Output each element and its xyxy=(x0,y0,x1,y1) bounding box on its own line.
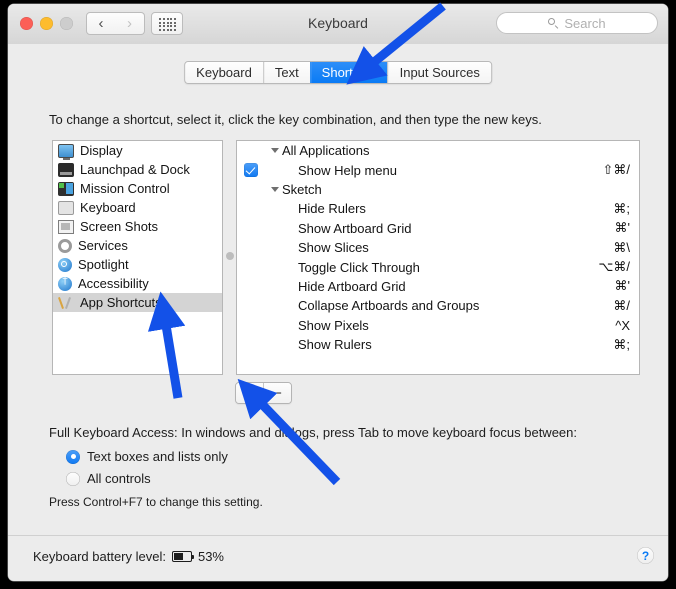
tab-keyboard[interactable]: Keyboard xyxy=(185,62,263,83)
sidebar-item-label: Launchpad & Dock xyxy=(80,162,190,177)
shortcut-keys[interactable]: ⌘' xyxy=(615,278,630,294)
shortcut-label: Show Artboard Grid xyxy=(298,220,412,236)
shortcut-row[interactable]: Hide Rulers ⌘; xyxy=(237,199,639,218)
shortcut-group-row[interactable]: All Applications xyxy=(237,141,639,160)
shortcut-category-list[interactable]: Display Launchpad & Dock Mission Control… xyxy=(52,140,223,375)
battery-status: Keyboard battery level: 53% xyxy=(33,549,224,564)
tab-bar: Keyboard Text Shortcuts Input Sources xyxy=(8,44,668,86)
shortcut-keys[interactable]: ⌘; xyxy=(613,201,630,217)
shortcut-row[interactable]: Show Rulers ⌘; xyxy=(237,335,639,354)
radio-label: Text boxes and lists only xyxy=(87,449,228,464)
sidebar-item-spotlight[interactable]: Spotlight xyxy=(53,255,222,274)
shortcut-label: Show Slices xyxy=(298,240,369,256)
search-input[interactable]: Search xyxy=(496,12,658,34)
spotlight-icon xyxy=(58,257,72,272)
sidebar-item-screen-shots[interactable]: Screen Shots xyxy=(53,217,222,236)
footer-divider xyxy=(8,535,668,536)
shortcut-label: Toggle Click Through xyxy=(298,259,420,275)
dock-icon xyxy=(58,162,74,177)
shortcut-label: Hide Artboard Grid xyxy=(298,278,406,294)
tab-shortcuts[interactable]: Shortcuts xyxy=(309,62,388,83)
add-shortcut-button[interactable]: + xyxy=(236,383,263,403)
tab-input-sources[interactable]: Input Sources xyxy=(387,62,491,83)
panel-resize-handle[interactable] xyxy=(226,252,234,260)
keyboard-access-hint: Press Control+F7 to change this setting. xyxy=(49,495,263,509)
sidebar-item-display[interactable]: Display xyxy=(53,141,222,160)
full-keyboard-access-label: Full Keyboard Access: In windows and dia… xyxy=(49,425,577,440)
shortcut-label: Show Pixels xyxy=(298,317,369,333)
titlebar: ‹ › Keyboard Search xyxy=(8,4,668,45)
search-placeholder: Search xyxy=(564,15,606,31)
shortcut-keys[interactable]: ⌘\ xyxy=(613,240,630,256)
sidebar-item-accessibility[interactable]: Accessibility xyxy=(53,274,222,293)
remove-shortcut-button[interactable]: − xyxy=(263,383,291,403)
sidebar-item-label: Screen Shots xyxy=(80,219,159,234)
group-label: All Applications xyxy=(282,143,370,159)
shortcut-row[interactable]: Show Help menu ⇧⌘/ xyxy=(237,160,639,179)
gear-icon xyxy=(58,238,72,253)
shortcut-label: Show Rulers xyxy=(298,337,372,353)
shortcut-row[interactable]: Collapse Artboards and Groups ⌘/ xyxy=(237,296,639,315)
group-label: Sketch xyxy=(282,181,322,197)
sidebar-item-app-shortcuts[interactable]: App Shortcuts xyxy=(53,293,222,312)
instruction-text: To change a shortcut, select it, click t… xyxy=(49,112,542,127)
help-button[interactable]: ? xyxy=(637,547,654,564)
shortcut-group-row[interactable]: Sketch xyxy=(237,180,639,199)
battery-percent: 53% xyxy=(197,549,224,564)
sidebar-item-label: Keyboard xyxy=(80,200,136,215)
sidebar-item-label: App Shortcuts xyxy=(80,295,162,310)
shortcut-label: Hide Rulers xyxy=(298,201,366,217)
keyboard-icon xyxy=(58,200,74,215)
sidebar-item-label: Mission Control xyxy=(80,181,170,196)
mission-control-icon xyxy=(58,181,74,196)
accessibility-icon xyxy=(58,275,72,291)
keyboard-preferences-window: ‹ › Keyboard Search Keyboard Text Shortc… xyxy=(8,4,668,581)
shortcut-keys[interactable]: ^X xyxy=(615,318,630,333)
shortcut-row[interactable]: Show Slices ⌘\ xyxy=(237,238,639,257)
sidebar-item-services[interactable]: Services xyxy=(53,236,222,255)
shortcut-row[interactable]: Show Artboard Grid ⌘' xyxy=(237,219,639,238)
disclosure-triangle-icon[interactable] xyxy=(271,148,279,154)
shortcut-row[interactable]: Show Pixels ^X xyxy=(237,316,639,335)
battery-icon xyxy=(171,551,195,562)
sidebar-item-launchpad-and-dock[interactable]: Launchpad & Dock xyxy=(53,160,222,179)
app-shortcuts-icon xyxy=(58,296,74,310)
battery-label: Keyboard battery level: xyxy=(33,549,166,564)
list-edit-buttons: + − xyxy=(235,382,292,404)
radio-button-icon[interactable] xyxy=(66,449,80,464)
radio-all-controls[interactable]: All controls xyxy=(66,471,151,486)
tabs: Keyboard Text Shortcuts Input Sources xyxy=(184,61,492,84)
radio-button-icon[interactable] xyxy=(66,471,80,486)
shortcut-keys[interactable]: ⇧⌘/ xyxy=(602,162,630,178)
sidebar-item-label: Services xyxy=(78,238,128,253)
disclosure-triangle-icon[interactable] xyxy=(271,186,279,192)
sidebar-item-label: Display xyxy=(80,143,123,158)
shortcuts-list[interactable]: All Applications Show Help menu ⇧⌘/ Sket… xyxy=(236,140,640,375)
shortcut-row[interactable]: Hide Artboard Grid ⌘' xyxy=(237,277,639,296)
screenshot-icon xyxy=(58,219,74,234)
battery-fill xyxy=(173,553,183,560)
sidebar-item-label: Spotlight xyxy=(78,257,129,272)
shortcut-keys[interactable]: ⌘' xyxy=(615,220,630,236)
sidebar-item-label: Accessibility xyxy=(78,276,149,291)
radio-text-boxes-and-lists-only[interactable]: Text boxes and lists only xyxy=(66,449,228,464)
shortcut-keys[interactable]: ⌘; xyxy=(613,337,630,353)
shortcut-row[interactable]: Toggle Click Through ⌥⌘/ xyxy=(237,257,639,276)
shortcut-keys[interactable]: ⌥⌘/ xyxy=(598,259,630,275)
sidebar-item-mission-control[interactable]: Mission Control xyxy=(53,179,222,198)
search-icon xyxy=(548,17,559,29)
shortcut-checkbox[interactable] xyxy=(244,163,258,178)
shortcut-label: Collapse Artboards and Groups xyxy=(298,298,480,314)
radio-label: All controls xyxy=(87,471,151,486)
tab-text[interactable]: Text xyxy=(262,62,310,83)
shortcut-label: Show Help menu xyxy=(298,162,397,178)
sidebar-item-keyboard[interactable]: Keyboard xyxy=(53,198,222,217)
display-icon xyxy=(58,143,74,160)
shortcut-keys[interactable]: ⌘/ xyxy=(613,298,630,314)
